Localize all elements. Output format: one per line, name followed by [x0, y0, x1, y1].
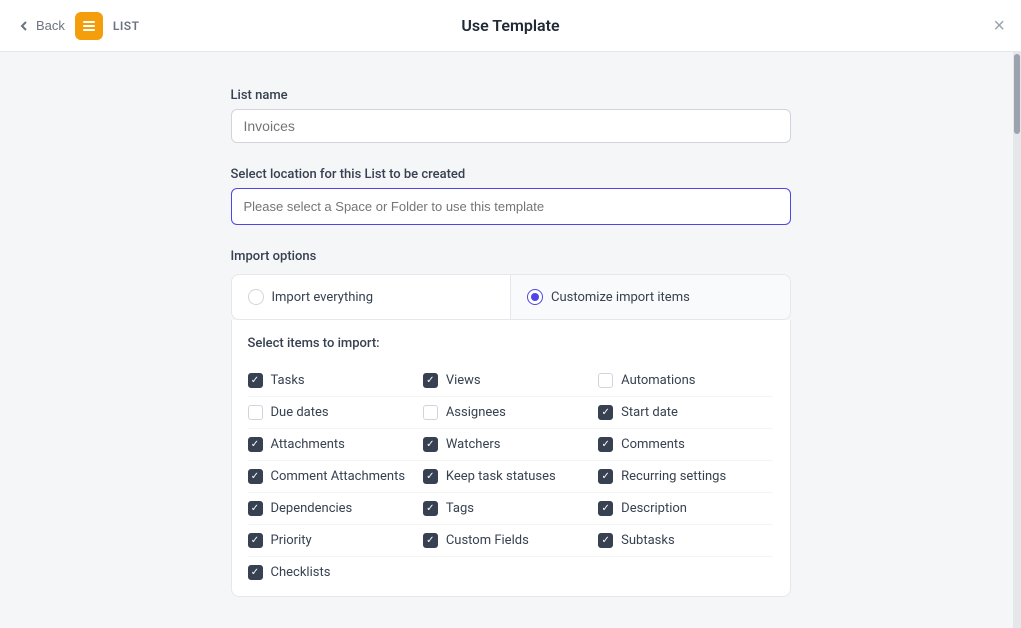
item-label: Dependencies [271, 501, 353, 516]
checkbox-tags[interactable] [423, 501, 438, 516]
item-label: Comment Attachments [271, 469, 406, 484]
scrollbar-thumb [1014, 54, 1020, 134]
checkbox-tasks[interactable] [248, 373, 263, 388]
checkbox-watchers[interactable] [423, 437, 438, 452]
checkbox-priority[interactable] [248, 533, 263, 548]
list-name-label: List name [231, 88, 791, 103]
scrollbar[interactable] [1013, 52, 1021, 628]
checkbox-automations[interactable] [598, 373, 613, 388]
checkbox-comment-attachments[interactable] [248, 469, 263, 484]
list-badge [75, 12, 103, 40]
back-label: Back [36, 18, 65, 33]
import-options-section: Import options Import everything Customi… [231, 249, 791, 597]
location-label: Select location for this List to be crea… [231, 167, 791, 182]
list-name-input[interactable] [231, 109, 791, 143]
import-everything-radio[interactable] [248, 289, 264, 305]
item-cell: Automations [598, 365, 773, 397]
item-label: Tags [446, 501, 474, 516]
top-bar-left: Back LIST [16, 12, 139, 40]
content-area: List name Select location for this List … [0, 52, 1021, 628]
item-label: Subtasks [621, 533, 675, 548]
back-button[interactable]: Back [16, 18, 65, 34]
item-label: Due dates [271, 405, 329, 420]
item-label: Assignees [446, 405, 506, 420]
item-cell [423, 557, 598, 588]
checkbox-assignees[interactable] [423, 405, 438, 420]
item-cell: Dependencies [248, 493, 423, 525]
items-grid: Tasks Views Automations Due dates Assignees S… [248, 365, 774, 588]
item-cell: Subtasks [598, 525, 773, 557]
item-cell: Assignees [423, 397, 598, 429]
customize-import-option[interactable]: Customize import items [511, 275, 790, 319]
form-wrapper: List name Select location for this List … [231, 88, 791, 597]
import-radio-group: Import everything Customize import items [231, 274, 791, 320]
item-cell: Tags [423, 493, 598, 525]
import-options-label: Import options [231, 249, 791, 264]
item-cell: Recurring settings [598, 461, 773, 493]
item-cell: Tasks [248, 365, 423, 397]
location-input[interactable] [231, 188, 791, 225]
item-label: Recurring settings [621, 469, 726, 484]
customize-import-label: Customize import items [551, 290, 690, 305]
checkbox-comments[interactable] [598, 437, 613, 452]
item-cell: Start date [598, 397, 773, 429]
item-cell: Keep task statuses [423, 461, 598, 493]
item-label: Custom Fields [446, 533, 529, 548]
checkbox-keep-task-statuses[interactable] [423, 469, 438, 484]
item-cell: Checklists [248, 557, 423, 588]
location-section: Select location for this List to be crea… [231, 167, 791, 225]
top-bar: Back LIST Use Template × [0, 0, 1021, 52]
item-cell: Priority [248, 525, 423, 557]
checkbox-subtasks[interactable] [598, 533, 613, 548]
checkbox-custom-fields[interactable] [423, 533, 438, 548]
item-label: Automations [621, 373, 695, 388]
import-everything-option[interactable]: Import everything [232, 275, 512, 319]
list-label: LIST [113, 19, 140, 33]
item-label: Description [621, 501, 687, 516]
item-label: Priority [271, 533, 312, 548]
checkbox-due-dates[interactable] [248, 405, 263, 420]
item-label: Views [446, 373, 481, 388]
item-label: Comments [621, 437, 685, 452]
checkbox-start-date[interactable] [598, 405, 613, 420]
checkbox-recurring-settings[interactable] [598, 469, 613, 484]
item-label: Tasks [271, 373, 305, 388]
item-label: Attachments [271, 437, 345, 452]
customize-import-radio[interactable] [527, 289, 543, 305]
item-cell: Comments [598, 429, 773, 461]
item-label: Keep task statuses [446, 469, 556, 484]
page-title: Use Template [461, 16, 559, 35]
item-cell: Comment Attachments [248, 461, 423, 493]
checkbox-checklists[interactable] [248, 565, 263, 580]
item-label: Checklists [271, 565, 331, 580]
select-items-label: Select items to import: [248, 336, 774, 351]
list-name-section: List name [231, 88, 791, 143]
item-cell: Description [598, 493, 773, 525]
item-cell: Attachments [248, 429, 423, 461]
close-button[interactable]: × [993, 16, 1005, 36]
checkbox-attachments[interactable] [248, 437, 263, 452]
item-label: Watchers [446, 437, 501, 452]
item-cell: Custom Fields [423, 525, 598, 557]
checkbox-views[interactable] [423, 373, 438, 388]
items-box: Select items to import: Tasks Views Automa… [231, 320, 791, 597]
item-cell: Views [423, 365, 598, 397]
item-label: Start date [621, 405, 678, 420]
item-cell [598, 557, 773, 588]
import-everything-label: Import everything [272, 290, 374, 305]
checkbox-description[interactable] [598, 501, 613, 516]
checkbox-dependencies[interactable] [248, 501, 263, 516]
item-cell: Due dates [248, 397, 423, 429]
item-cell: Watchers [423, 429, 598, 461]
